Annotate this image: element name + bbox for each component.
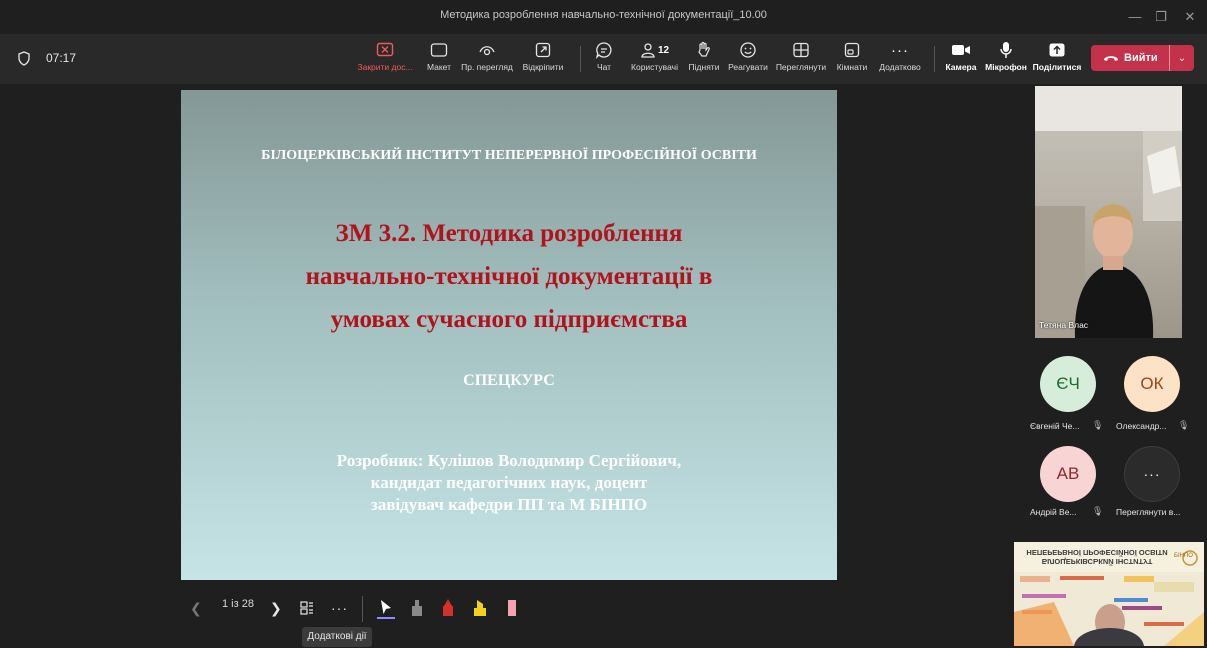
share-button[interactable]: Поділитися [1032,40,1082,80]
page-indicator: 1 із 28 [222,598,254,610]
next-slide-button[interactable]: ❯ [270,597,282,619]
pen-tool-red[interactable] [441,597,455,619]
prev-slide-button[interactable]: ❮ [190,597,202,619]
slide-grid-button[interactable] [299,597,315,619]
presenter-name: Тетяна Влас [1039,320,1089,330]
title-bar: Методика розроблення навчально-технічної… [0,0,1207,34]
popout-icon [535,42,551,58]
slide-author: Розробник: Кулішов Володимир Сергійович,… [336,451,682,514]
window-title: Методика розроблення навчально-технічної… [440,9,767,21]
preview-button[interactable]: Пр. перегляд [461,40,513,80]
participant-name: Олександр... [1116,421,1167,431]
eraser-tool[interactable] [505,597,519,619]
layout-button[interactable]: Макет [422,40,456,80]
camera-icon [952,45,970,55]
participant-count: 12 [657,44,670,56]
more-button[interactable]: ··· Додатково [876,40,924,80]
minimize-icon[interactable]: — [1124,6,1146,28]
slide-institute: БІЛОЦЕРКІВСЬКИЙ ІНСТИТУТ НЕПЕРЕРВНОЇ ПРО… [261,148,757,163]
view-icon [793,42,809,58]
react-button[interactable]: Реагувати [726,40,770,80]
smiley-icon [740,42,756,58]
breakout-rooms-button[interactable]: Кімнати [834,40,870,80]
meeting-timer: 07:17 [46,51,77,65]
avatar[interactable]: ОК [1124,356,1180,412]
pen-icon [443,599,453,616]
mic-off-icon: 🎙 [1092,420,1104,430]
video-feed [1035,86,1182,338]
toolbar-divider [934,46,935,72]
avatar[interactable]: ЄЧ [1040,356,1096,412]
raise-hand-icon [698,41,710,57]
close-icon[interactable]: ✕ [1179,6,1201,28]
microphone-button[interactable]: Мікрофон [984,40,1028,80]
mic-off-icon: 🎙 [1178,420,1190,430]
logo-text: БІНПО [1174,553,1193,559]
more-icon: ··· [1143,466,1161,482]
view-all-button[interactable]: ··· [1124,446,1180,502]
mic-off-icon: 🎙 [1092,506,1104,516]
microphone-icon [1000,42,1012,58]
eye-icon [479,46,495,56]
leave-button[interactable]: Вийти ⌄ [1091,45,1194,71]
pointer-icon [377,600,395,619]
rooms-icon [844,42,860,58]
shared-slide: БІЛОЦЕРКІВСЬКИЙ ІНСТИТУТ НЕПЕРЕРВНОЇ ПРО… [181,90,837,580]
close-sharing-icon [376,42,394,57]
people-icon [641,43,655,58]
avatar[interactable]: АВ [1040,446,1096,502]
view-button[interactable]: Переглянути [774,40,828,80]
pointer-tool[interactable] [377,597,395,619]
hang-up-icon [1104,56,1118,61]
more-icon: ··· [331,600,348,616]
pen-tool-gray[interactable] [410,597,424,619]
chat-button[interactable]: Чат [590,40,618,80]
restore-icon[interactable]: ❐ [1150,6,1172,28]
eraser-icon [508,600,516,616]
popout-button[interactable]: Відкріпити [516,40,570,80]
stop-sharing-button[interactable]: Закрити дос... [355,40,415,80]
more-icon: ··· [891,41,909,59]
layout-icon [430,43,448,57]
more-actions-button[interactable]: ··· [331,597,348,619]
toolbar-divider [580,46,581,72]
camera-button[interactable]: Камера [944,40,978,80]
participant-name: Андрій Ве... [1030,507,1077,517]
people-button[interactable]: 12 Користувачі [627,40,682,80]
shield-icon [18,51,30,66]
highlighter-tool[interactable] [472,597,488,619]
slide-course: СПЕЦКУРС [463,372,555,389]
chevron-down-icon[interactable]: ⌄ [1170,53,1194,64]
share-icon [1049,43,1065,57]
view-all-label: Переглянути в... [1116,507,1181,517]
pen-icon [412,600,422,616]
leave-main[interactable]: Вийти [1091,52,1169,64]
slide-title: ЗМ 3.2. Методика розроблення навчально-т… [305,220,713,333]
controls-divider [362,596,363,622]
video-tile-presenter[interactable]: Тетяна Влас [1035,86,1182,338]
chat-icon [595,42,612,59]
raise-hand-button[interactable]: Підняти [687,40,721,80]
slides-grid-icon [300,601,313,615]
participant-name: Євгеній Че... [1030,421,1080,431]
tooltip: Додаткові дії [302,627,372,647]
meeting-toolbar: 07:17 Закрити дос... Макет Пр. перегляд … [0,34,1207,84]
highlighter-icon [474,600,486,616]
video-tile-speaker[interactable]: БІЛОЦЕРКІВСЬКИЙ ІНСТИТУТ НЕПЕРЕРВНОЇ ПРО… [1014,542,1204,646]
banner-text: БІЛОЦЕРКІВСЬКИЙ ІНСТИТУТ НЕПЕРЕРВНОЇ ПРО… [1026,548,1168,566]
